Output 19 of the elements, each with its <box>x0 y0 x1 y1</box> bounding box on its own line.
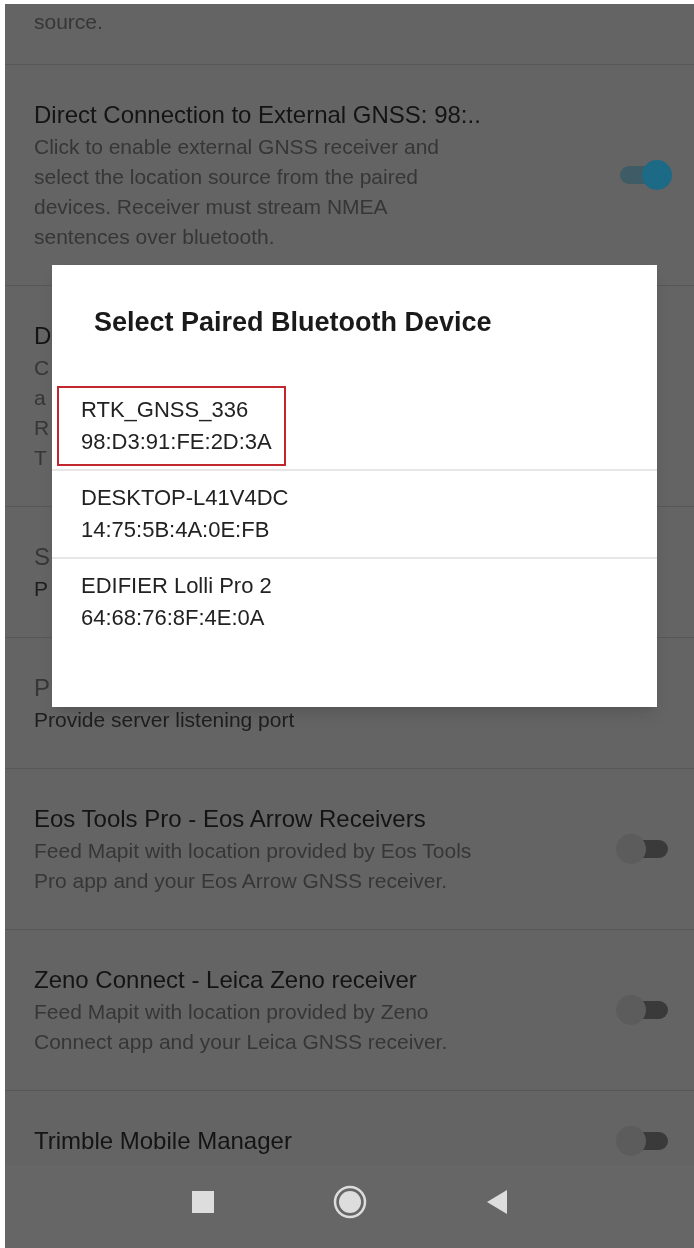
device-item[interactable]: RTK_GNSS_336 98:D3:91:FE:2D:3A <box>57 385 286 466</box>
dialog-title: Select Paired Bluetooth Device <box>94 306 493 339</box>
device-name: EDIFIER Lolli Pro 2 <box>81 571 272 600</box>
device-address: 64:68:76:8F:4E:0A <box>81 603 266 632</box>
home-icon[interactable] <box>332 1184 367 1219</box>
setting-title: Direct Connection to External GNSS: 98:.. <box>34 100 481 130</box>
device-name: RTK_GNSS_336 <box>81 395 250 424</box>
device-name: DESKTOP-L41V4DC <box>81 483 289 512</box>
setting-title: Zeno Connect - Leica Zeno receiver <box>34 965 417 995</box>
setting-title: D <box>34 321 52 351</box>
recent-apps-icon[interactable] <box>190 1189 215 1214</box>
device-item[interactable]: DESKTOP-L41V4DC 14:75:5B:4A:0E:FB <box>57 473 303 554</box>
setting-description: P <box>34 576 48 602</box>
device-address: 98:D3:91:FE:2D:3A <box>81 427 272 456</box>
device-item[interactable]: EDIFIER Lolli Pro 2 64:68:76:8F:4E:0A <box>57 561 286 642</box>
setting-title: Eos Tools Pro - Eos Arrow Receivers <box>34 804 426 834</box>
setting-title: Trimble Mobile Manager <box>34 1126 292 1156</box>
setting-description: Provide server listening port <box>34 707 295 733</box>
device-address: 14:75:5B:4A:0E:FB <box>81 515 271 544</box>
